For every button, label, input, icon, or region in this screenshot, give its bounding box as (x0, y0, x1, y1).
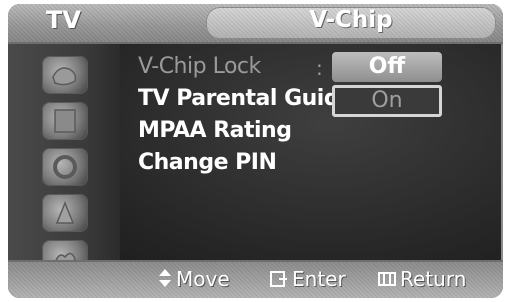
footer-move: Move (158, 267, 230, 293)
input-icon[interactable] (42, 56, 88, 94)
page-title: V-Chip (309, 7, 393, 33)
footer-enter: Enter (270, 267, 346, 293)
channel-icon[interactable] (42, 194, 88, 232)
move-arrows-icon (158, 268, 172, 293)
enter-icon (270, 269, 288, 293)
menu-item-vchip-lock[interactable]: V-Chip Lock (138, 54, 261, 79)
return-icon (378, 269, 396, 293)
vchip-title-tab: V-Chip (206, 7, 496, 39)
separator-colon: : (316, 56, 323, 80)
footer-return: Return (378, 267, 466, 293)
footer-enter-label: Enter (292, 267, 346, 291)
footer-help-bar: Move Enter Return (8, 260, 503, 298)
option-off[interactable]: Off (332, 52, 442, 82)
footer-move-label: Move (176, 267, 230, 291)
menu-item-mpaa-rating[interactable]: MPAA Rating (138, 118, 292, 143)
tv-menu-label: TV (46, 6, 81, 34)
sound-icon[interactable] (42, 148, 88, 186)
footer-return-label: Return (400, 267, 467, 291)
menu-header: TV V-Chip (8, 4, 503, 44)
picture-icon[interactable] (42, 102, 88, 140)
option-on[interactable]: On (332, 85, 442, 117)
vchip-menu: V-Chip Lock : TV Parental Guideli MPAA R… (120, 44, 503, 264)
menu-item-change-pin[interactable]: Change PIN (138, 150, 277, 175)
tv-osd-screen: TV V-Chip V-Chip Lock : TV Parental Guid… (8, 4, 503, 298)
